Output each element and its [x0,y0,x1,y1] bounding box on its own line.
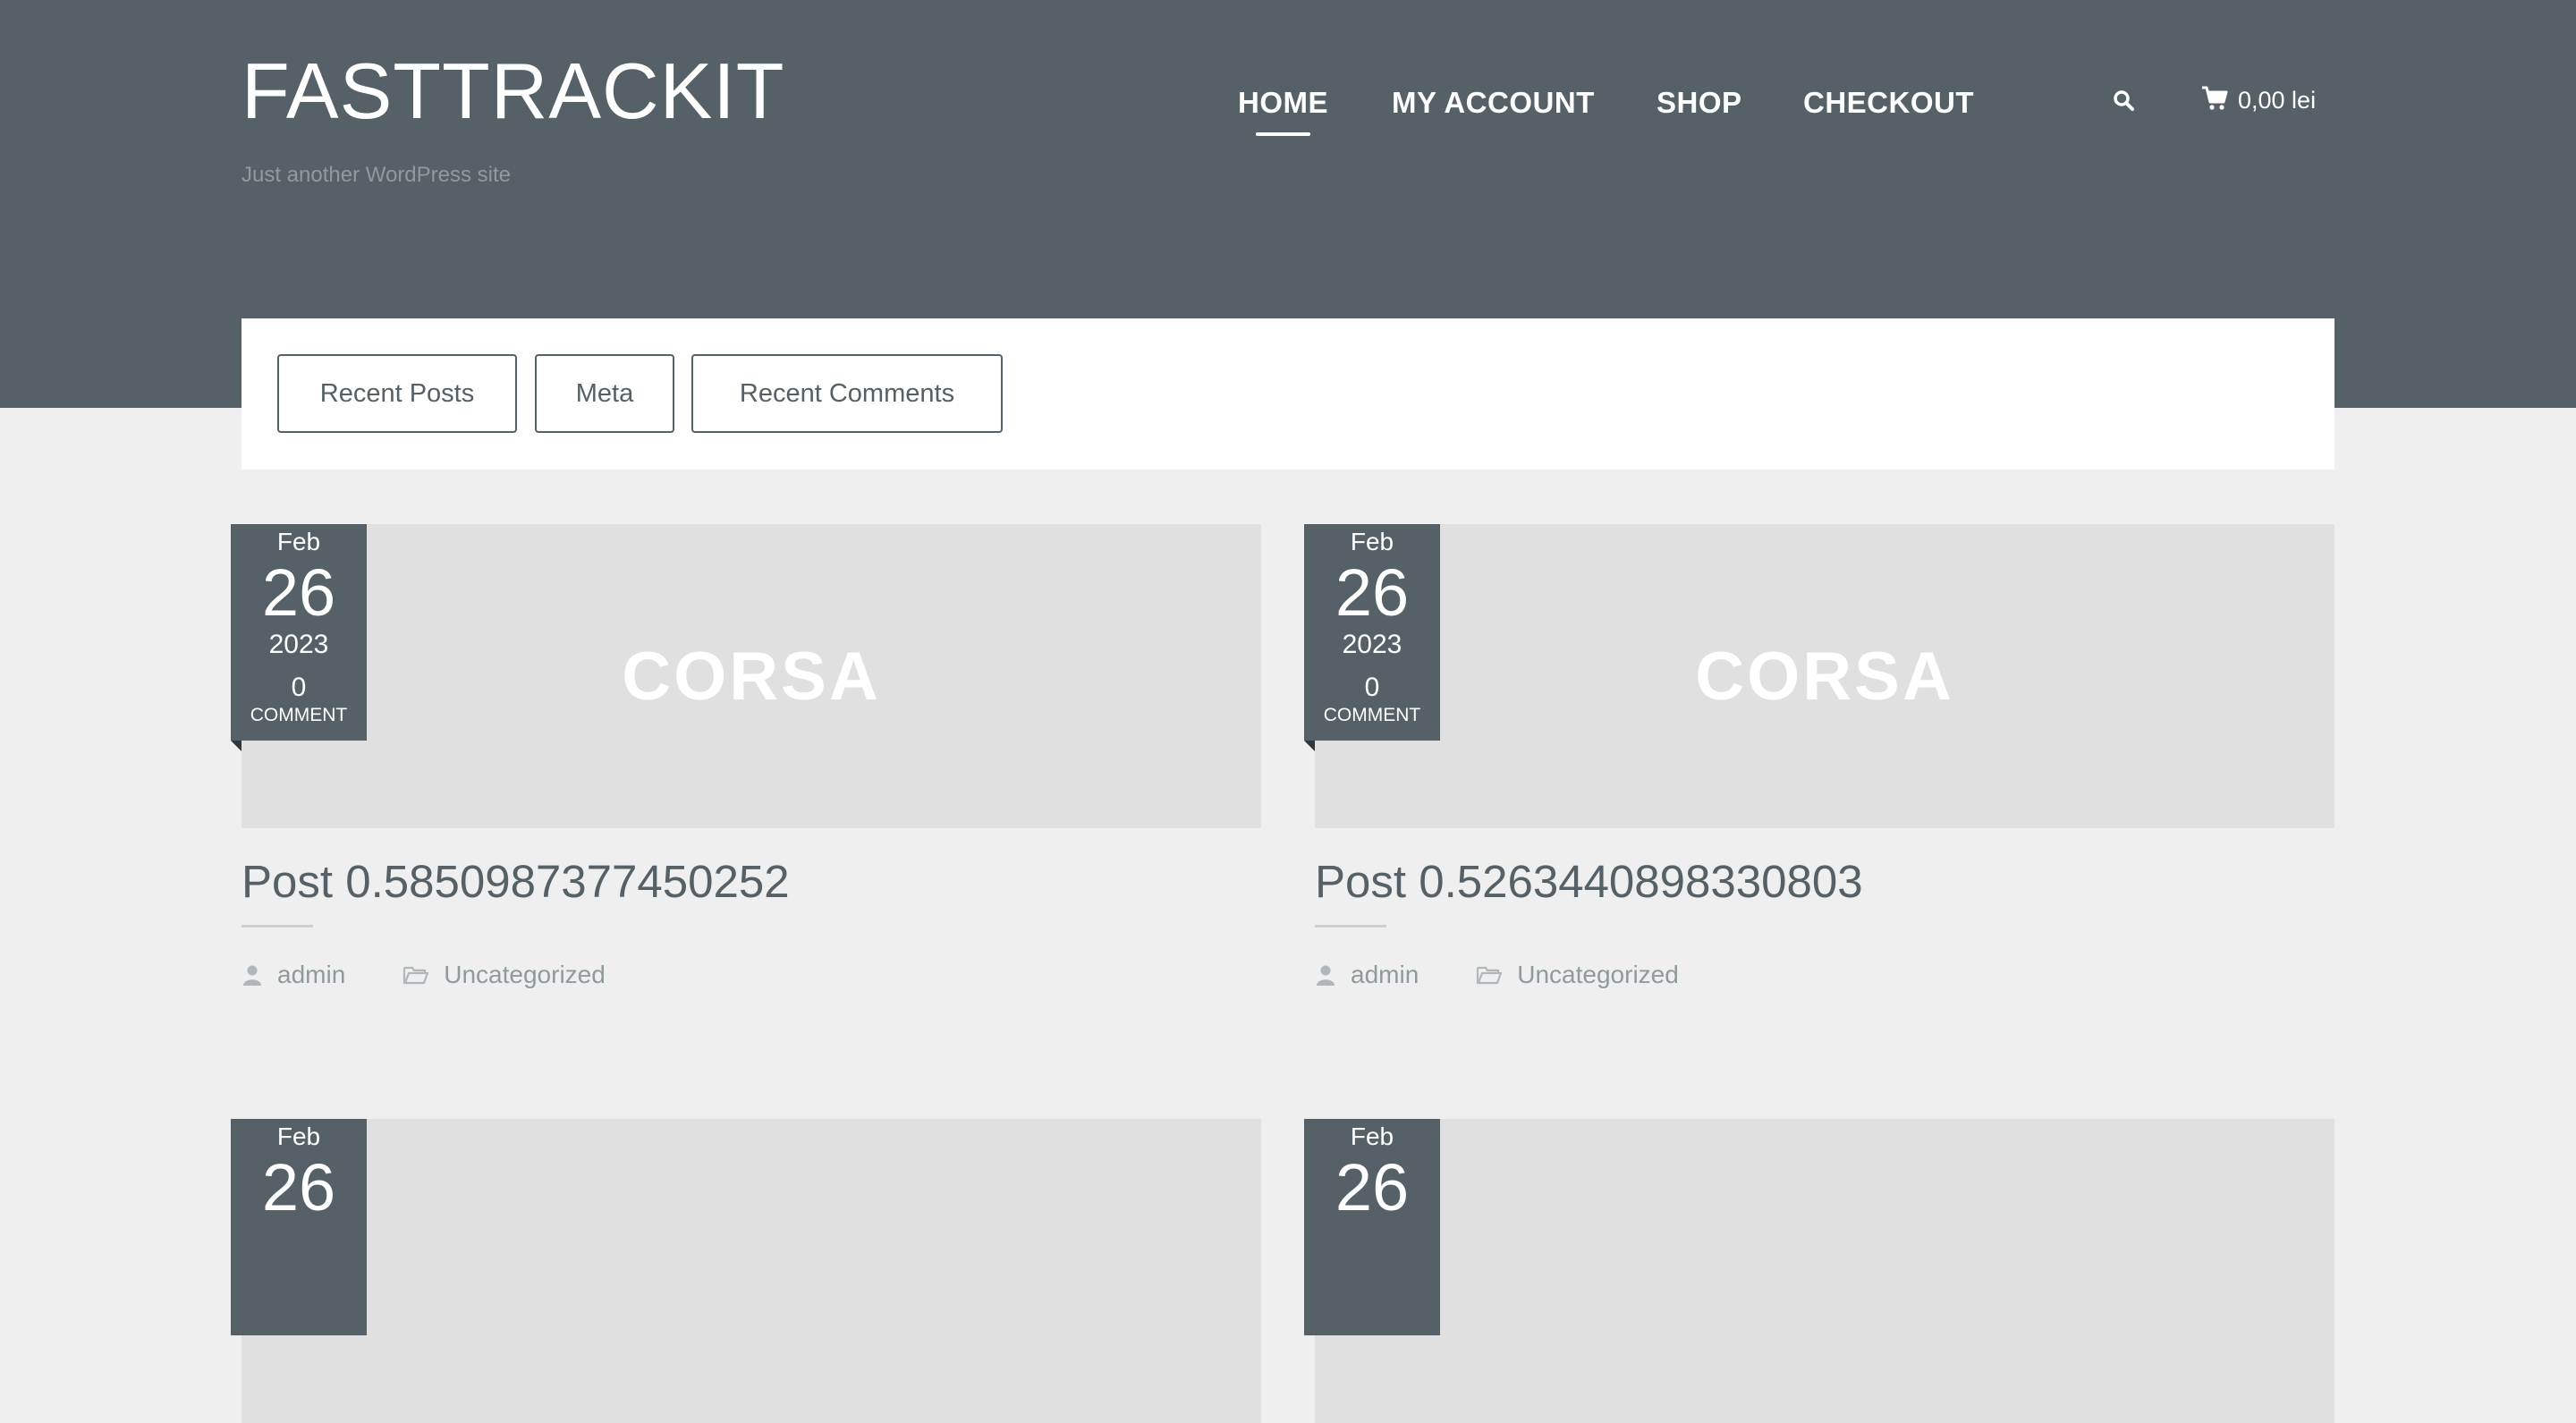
cart-total: 0,00 lei [2238,86,2317,114]
post-meta: admin Uncategorized [242,961,606,989]
post-thumbnail-text: CORSA [1695,638,1954,715]
date-month: Feb [276,528,321,555]
badge-fold [1304,741,1315,751]
post-thumbnail-text: CORSA [622,638,881,715]
date-badge: Feb 26 [231,1119,367,1335]
post-title[interactable]: Post 0.5263440898330803 [1315,855,1863,908]
post-thumbnail[interactable] [1315,1119,2334,1423]
nav-item-home[interactable]: HOME [1238,86,1328,136]
title-divider [1315,925,1386,927]
comment-label: COMMENT [250,705,348,725]
recent-comments-button[interactable]: Recent Comments [691,354,1003,433]
nav-item-checkout[interactable]: CHECKOUT [1803,86,1974,120]
user-icon [1315,963,1336,987]
post-author[interactable]: admin [277,961,345,989]
search-icon[interactable] [2111,88,2138,114]
date-day: 26 [1335,1150,1410,1224]
site-tagline: Just another WordPress site [242,163,512,187]
badge-fold [231,741,242,751]
date-day: 26 [261,1150,336,1224]
comment-label: COMMENT [1323,705,1421,725]
comment-count: 0 [291,673,307,702]
user-icon [242,963,263,987]
title-divider [242,925,313,927]
comment-count: 0 [1364,673,1380,702]
post-category[interactable]: Uncategorized [1517,961,1679,989]
folder-icon [1476,963,1503,987]
date-badge: Feb 26 2023 0 COMMENT [1304,524,1440,751]
cart-link[interactable]: 0,00 lei [2200,84,2316,116]
date-badge: Feb 26 [1304,1119,1440,1335]
post-author[interactable]: admin [1351,961,1419,989]
meta-button[interactable]: Meta [535,354,674,433]
post-title[interactable]: Post 0.5850987377450252 [242,855,790,908]
nav-item-shop[interactable]: SHOP [1657,86,1742,120]
post-thumbnail[interactable] [242,1119,1261,1423]
recent-posts-button[interactable]: Recent Posts [277,354,517,433]
date-year: 2023 [268,630,329,659]
post-meta: admin Uncategorized [1315,961,1679,989]
date-month: Feb [276,1122,321,1150]
date-month: Feb [1350,1122,1394,1150]
date-day: 26 [261,555,336,630]
post-category[interactable]: Uncategorized [444,961,606,989]
date-day: 26 [1335,555,1410,630]
date-month: Feb [1350,528,1394,555]
date-year: 2023 [1342,630,1402,659]
widget-tabs-panel: Recent Posts Meta Recent Comments [242,318,2334,470]
date-badge: Feb 26 2023 0 COMMENT [231,524,367,751]
site-title[interactable]: FASTTRACKIT [242,52,785,131]
cart-icon [2200,85,2229,116]
nav-item-my-account[interactable]: MY ACCOUNT [1392,86,1595,120]
folder-icon [402,963,429,987]
